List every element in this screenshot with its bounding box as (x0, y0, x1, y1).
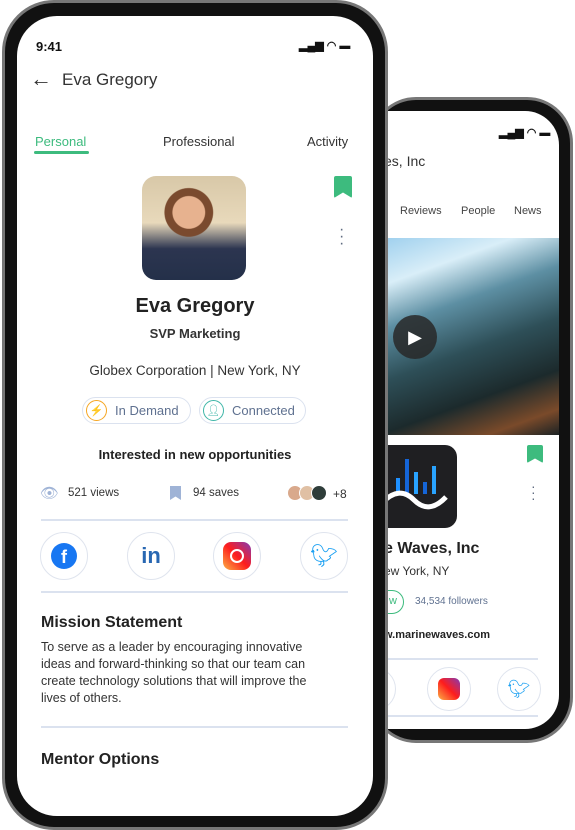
company-cover-image[interactable]: ▶ (384, 238, 559, 435)
company-website[interactable]: w.marinewaves.com (384, 629, 490, 641)
views-count: 521 views (68, 487, 120, 499)
header-title: Eva Gregory (62, 70, 158, 89)
back-arrow-icon[interactable]: ← (30, 66, 52, 92)
tab-reviews[interactable]: Reviews (400, 205, 442, 217)
twitter-icon: 🐦︎ (310, 543, 338, 568)
tab-personal[interactable]: Personal (35, 134, 86, 149)
profile-role: SVP Marketing (149, 326, 241, 341)
lightning-icon: ⚡ (86, 400, 107, 421)
facebook-button[interactable]: f (40, 532, 88, 580)
play-button[interactable]: ▶ (393, 315, 437, 359)
bookmark-icon[interactable] (334, 176, 352, 198)
divider (41, 591, 348, 593)
kebab-menu-icon[interactable]: · · · (531, 479, 536, 505)
divider (384, 715, 538, 717)
badge-label: In Demand (115, 403, 179, 418)
badge-label: Connected (232, 403, 295, 418)
follow-label[interactable]: w (389, 595, 397, 607)
company-name: e Waves, Inc (384, 540, 480, 557)
mentor-title: Mentor Options (41, 751, 160, 768)
user-check-icon: 👤︎ (203, 400, 224, 421)
profile-photo (142, 176, 246, 280)
profile-phone-screen: 9:41 ▂▄▆ ◠ ▬ ← Eva Gregory Personal Prof… (17, 16, 373, 816)
company-location: ew York, NY (384, 564, 450, 578)
mission-title: Mission Statement (41, 614, 183, 631)
divider (41, 519, 348, 521)
status-time: 9:41 (36, 39, 63, 54)
kebab-menu-icon[interactable]: · · · (339, 222, 344, 252)
mission-text: To serve as a leader by encouraging inno… (41, 640, 307, 705)
avatar (311, 485, 327, 501)
company-header-title: es, Inc (384, 153, 426, 169)
tab-people[interactable]: People (461, 205, 495, 217)
more-people-count: +8 (333, 487, 347, 501)
waves-chart-logo-icon (384, 459, 448, 510)
twitter-icon: 🐦︎ (507, 678, 531, 699)
avatar-stack[interactable] (287, 485, 329, 501)
linkedin-icon: in (141, 543, 161, 568)
tab-professional[interactable]: Professional (163, 134, 235, 149)
instagram-icon (438, 678, 460, 700)
tab-news[interactable]: News (514, 205, 542, 217)
tab-activity[interactable]: Activity (307, 134, 348, 149)
instagram-button[interactable] (427, 667, 471, 711)
active-tab-indicator (34, 151, 89, 154)
company-logo (384, 445, 457, 528)
followers-count: 34,534 followers (415, 596, 488, 607)
divider (41, 726, 348, 728)
opportunity-status: Interested in new opportunities (98, 447, 292, 462)
linkedin-button[interactable]: in (127, 532, 175, 580)
company-location: Globex Corporation | New York, NY (89, 363, 301, 378)
eye-icon: 👁︎ (40, 485, 60, 502)
bookmark-icon[interactable] (527, 445, 543, 463)
facebook-icon: f (51, 543, 77, 569)
profile-name: Eva Gregory (135, 295, 255, 317)
connected-badge: 👤︎ Connected (199, 397, 306, 424)
divider (384, 658, 538, 660)
saves-bookmark-icon (170, 486, 181, 500)
in-demand-badge: ⚡ In Demand (82, 397, 191, 424)
instagram-button[interactable] (213, 532, 261, 580)
status-icons: ▂▄▆ ◠ ▬ (499, 127, 551, 139)
twitter-button[interactable]: 🐦︎ (300, 532, 348, 580)
saves-count: 94 saves (193, 487, 240, 499)
twitter-button[interactable]: 🐦︎ (497, 667, 541, 711)
status-icons: ▂▄▆ ◠ ▬ (299, 40, 351, 52)
instagram-icon (223, 542, 251, 570)
company-phone-screen: ▂▄▆ ◠ ▬ es, Inc Reviews People News ▶ · ·… (384, 111, 559, 729)
